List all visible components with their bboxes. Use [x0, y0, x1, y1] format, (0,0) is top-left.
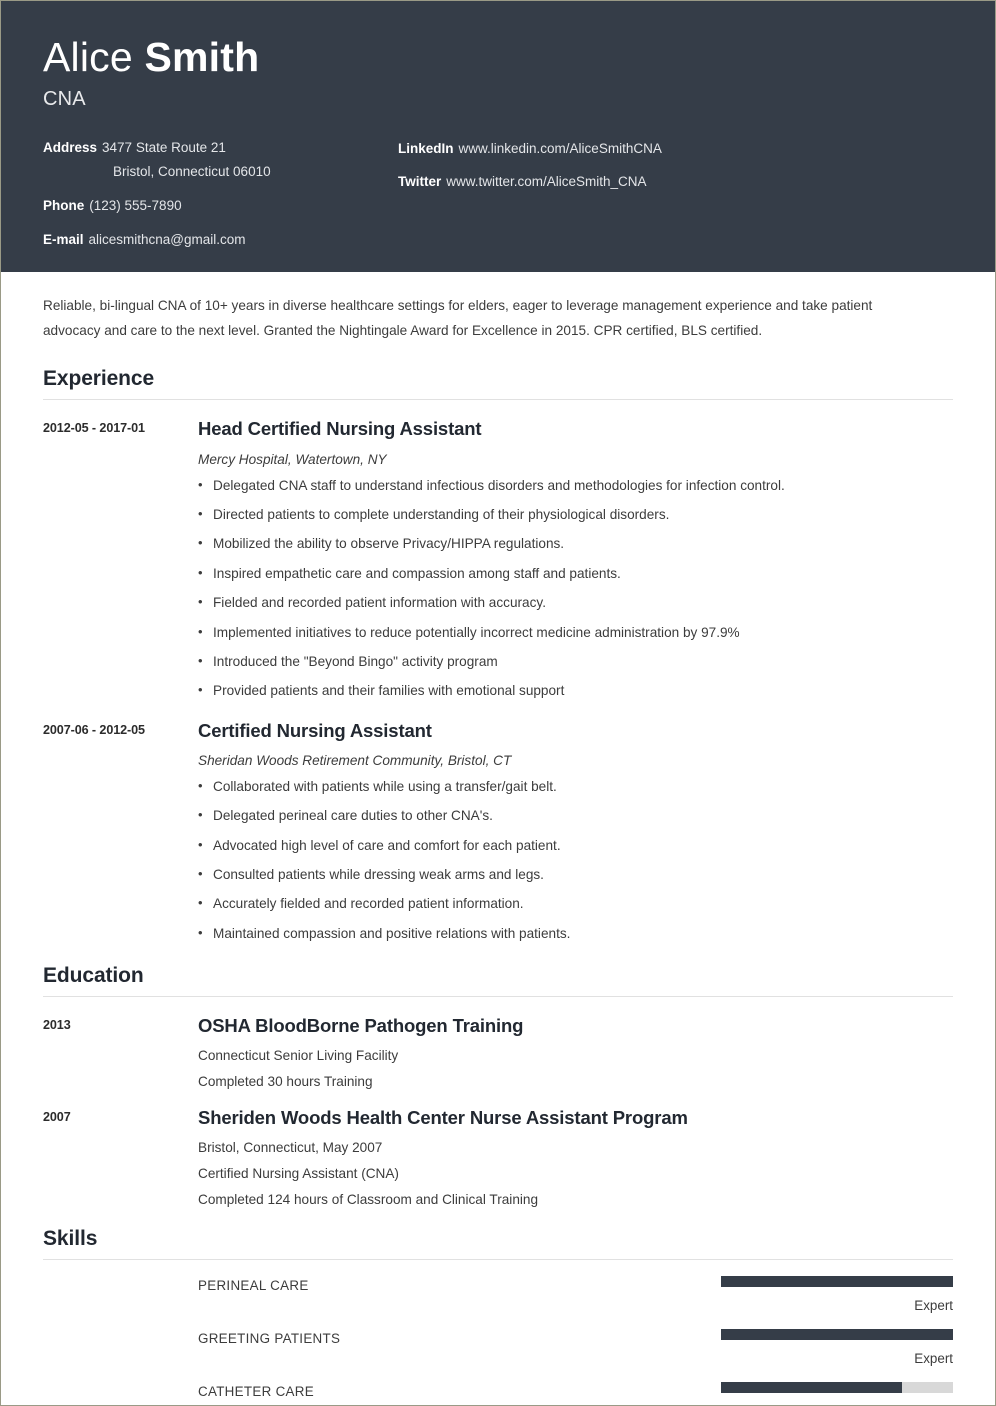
- contact-address-label: Address: [43, 139, 98, 155]
- bullet-item: Inspired empathetic care and compassion …: [198, 563, 953, 584]
- section-title-experience: Experience: [43, 367, 953, 401]
- skill-level-label: Expert: [914, 1298, 953, 1314]
- contact-address-value: 3477 State Route 21: [102, 139, 226, 155]
- contact-address: Address 3477 State Route 21 Bristol, Conn…: [43, 138, 398, 182]
- contact-twitter-value: www.twitter.com/AliceSmith_CNA: [446, 174, 647, 190]
- contact-column-right: LinkedIn www.linkedin.com/AliceSmithCNA T…: [398, 138, 953, 249]
- candidate-job-title: CNA: [43, 87, 86, 110]
- bullet-item: Mobilized the ability to observe Privacy…: [198, 533, 953, 554]
- education-entry-main: OSHA BloodBorne Pathogen Training Connec…: [198, 1014, 953, 1089]
- contact-linkedin: LinkedIn www.linkedin.com/AliceSmithCNA: [398, 139, 953, 159]
- contact-email-value: alicesmithcna@gmail.com: [88, 231, 246, 247]
- experience-entry-main: Head Certified Nursing Assistant Mercy H…: [198, 417, 953, 701]
- resume-body: Reliable, bi-lingual CNA of 10+ years in…: [1, 272, 995, 1405]
- skill-bar-fill: [721, 1276, 953, 1288]
- contact-info: Address 3477 State Route 21 Bristol, Conn…: [43, 138, 953, 249]
- last-name: Smith: [144, 34, 260, 80]
- education-entry-line: Bristol, Connecticut, May 2007: [198, 1140, 383, 1156]
- first-name: Alice: [43, 34, 133, 80]
- contact-column-left: Address 3477 State Route 21 Bristol, Conn…: [43, 138, 398, 249]
- bullet-item: Advocated high level of care and comfort…: [198, 835, 953, 856]
- skill-level-label: Expert: [914, 1351, 953, 1367]
- bullet-item: Maintained compassion and positive relat…: [198, 923, 953, 944]
- experience-entry-bullets: Collaborated with patients while using a…: [198, 776, 953, 944]
- contact-phone: Phone (123) 555-7890: [43, 196, 398, 216]
- skill-name: PERINEAL CARE: [198, 1278, 309, 1294]
- education-entry-main: Sheriden Woods Health Center Nurse Assis…: [198, 1106, 953, 1207]
- contact-phone-label: Phone: [43, 198, 85, 214]
- contact-linkedin-value: www.linkedin.com/AliceSmithCNA: [458, 140, 662, 156]
- skill-bar-track: [721, 1276, 953, 1288]
- experience-entry-employer: Sheridan Woods Retirement Community, Bri…: [198, 752, 512, 768]
- education-entry-date: 2013: [43, 1018, 71, 1033]
- experience-entry-employer: Mercy Hospital, Watertown, NY: [198, 451, 387, 467]
- candidate-name: Alice Smith: [43, 34, 953, 81]
- section-education: Education 2013 OSHA BloodBorne Pathogen …: [43, 964, 953, 1207]
- experience-entry: 2012-05 - 2017-01 Head Certified Nursing…: [43, 417, 953, 701]
- skill-bar-track: [721, 1382, 953, 1394]
- experience-entry-main: Certified Nursing Assistant Sheridan Woo…: [198, 719, 953, 944]
- education-entry-line: Completed 30 hours Training: [198, 1074, 373, 1090]
- skill-meter: Expert: [721, 1276, 953, 1313]
- education-entry-title: OSHA BloodBorne Pathogen Training: [198, 1015, 524, 1037]
- experience-entry-title: Head Certified Nursing Assistant: [198, 418, 482, 440]
- skill-row: CATHETER CARE Advanced: [43, 1382, 953, 1405]
- contact-linkedin-label: LinkedIn: [398, 140, 454, 156]
- section-skills: Skills PERINEAL CARE Expert GREETING PAT…: [43, 1227, 953, 1405]
- bullet-item: Delegated perineal care duties to other …: [198, 805, 953, 826]
- section-experience: Experience 2012-05 - 2017-01 Head Certif…: [43, 367, 953, 944]
- professional-summary: Reliable, bi-lingual CNA of 10+ years in…: [43, 298, 873, 338]
- skill-bar-fill: [721, 1329, 953, 1341]
- skills-list: PERINEAL CARE Expert GREETING PATIENTS E…: [43, 1276, 953, 1405]
- bullet-item: Consulted patients while dressing weak a…: [198, 864, 953, 885]
- education-entry-title: Sheriden Woods Health Center Nurse Assis…: [198, 1107, 688, 1129]
- skill-name: CATHETER CARE: [198, 1384, 314, 1400]
- skill-row: GREETING PATIENTS Expert: [43, 1329, 953, 1366]
- bullet-item: Accurately fielded and recorded patient …: [198, 893, 953, 914]
- education-entry: 2013 OSHA BloodBorne Pathogen Training C…: [43, 1014, 953, 1089]
- contact-twitter: Twitter www.twitter.com/AliceSmith_CNA: [398, 172, 953, 192]
- experience-entry-date: 2012-05 - 2017-01: [43, 421, 145, 436]
- contact-address-line2: Bristol, Connecticut 06010: [113, 164, 271, 180]
- experience-entry-bullets: Delegated CNA staff to understand infect…: [198, 475, 953, 702]
- bullet-item: Implemented initiatives to reduce potent…: [198, 622, 953, 643]
- contact-twitter-label: Twitter: [398, 174, 442, 190]
- section-title-education: Education: [43, 964, 953, 998]
- skill-meter: Advanced: [721, 1382, 953, 1405]
- resume-header: Alice Smith CNA Address 3477 State Route …: [1, 1, 995, 272]
- bullet-item: Provided patients and their families wit…: [198, 680, 953, 701]
- skill-bar-track: [721, 1329, 953, 1341]
- contact-phone-value: (123) 555-7890: [89, 198, 182, 214]
- education-entry-line: Completed 124 hours of Classroom and Cli…: [198, 1192, 539, 1208]
- education-entry-date: 2007: [43, 1110, 71, 1125]
- bullet-item: Directed patients to complete understand…: [198, 504, 953, 525]
- education-entry-line: Connecticut Senior Living Facility: [198, 1048, 399, 1064]
- skill-row: PERINEAL CARE Expert: [43, 1276, 953, 1313]
- experience-entry: 2007-06 - 2012-05 Certified Nursing Assi…: [43, 719, 953, 944]
- section-title-skills: Skills: [43, 1227, 953, 1261]
- resume-page: Alice Smith CNA Address 3477 State Route …: [0, 0, 996, 1406]
- skill-name: GREETING PATIENTS: [198, 1331, 341, 1347]
- education-entry-line: Certified Nursing Assistant (CNA): [198, 1166, 399, 1182]
- contact-email: E-mail alicesmithcna@gmail.com: [43, 230, 398, 250]
- bullet-item: Introduced the "Beyond Bingo" activity p…: [198, 651, 953, 672]
- bullet-item: Delegated CNA staff to understand infect…: [198, 475, 953, 496]
- skill-bar-fill: [721, 1382, 902, 1394]
- skill-meter: Expert: [721, 1329, 953, 1366]
- education-entry: 2007 Sheriden Woods Health Center Nurse …: [43, 1106, 953, 1207]
- experience-entry-title: Certified Nursing Assistant: [198, 719, 432, 741]
- contact-email-label: E-mail: [43, 231, 84, 247]
- bullet-item: Fielded and recorded patient information…: [198, 592, 953, 613]
- bullet-item: Collaborated with patients while using a…: [198, 776, 953, 797]
- experience-entry-date: 2007-06 - 2012-05: [43, 722, 145, 737]
